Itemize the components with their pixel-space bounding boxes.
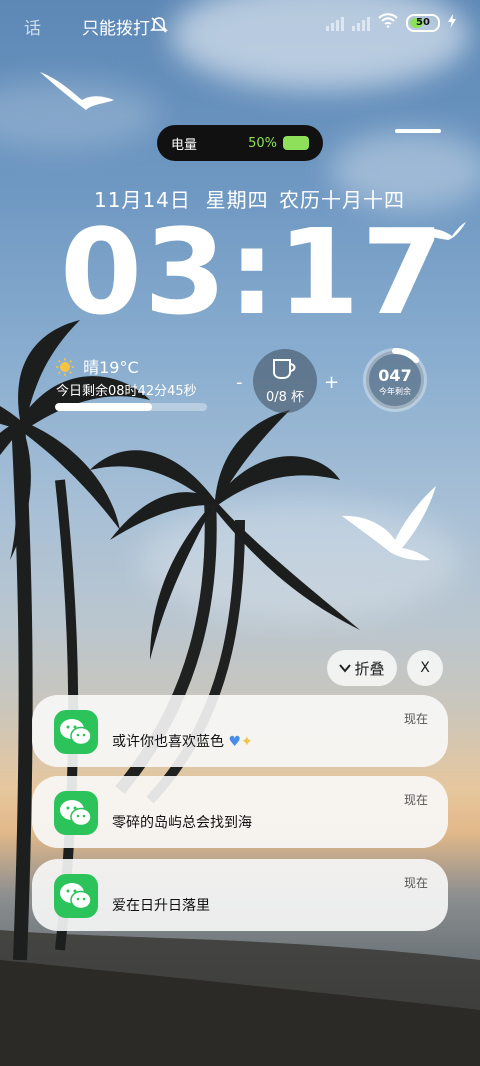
carrier-text: 话 — [24, 19, 41, 39]
notification-time: 现在 — [403, 793, 428, 807]
notification-card[interactable]: 零碎的岛屿总会找到海 现在 — [32, 776, 448, 848]
notification-message: 零碎的岛屿总会找到海 — [112, 815, 252, 831]
battery-icon: 50 — [406, 13, 440, 32]
battery-level: 50 — [416, 17, 430, 28]
wechat-icon — [54, 874, 98, 918]
year-remaining-widget[interactable]: 047 今年剩余 — [361, 346, 429, 414]
chevron-down-icon — [339, 659, 352, 677]
sparkle-icon: ✦ — [241, 734, 253, 750]
clear-notifications-button[interactable]: X — [407, 650, 443, 686]
wechat-icon — [54, 791, 98, 835]
weather-text: 晴19°C — [83, 358, 139, 377]
year-remaining-label: 今年剩余 — [379, 387, 411, 396]
blue-heart-icon: ♥ — [228, 734, 242, 750]
status-icons: 50 — [326, 12, 456, 33]
cup-icon — [271, 358, 299, 384]
notification-card[interactable]: 或许你也喜欢蓝色 ♥✦ 现在 — [32, 695, 448, 767]
bell-off-icon — [150, 16, 168, 39]
notification-time: 现在 — [403, 712, 428, 726]
year-remaining-days: 047 — [378, 366, 412, 385]
battery-pill-bar — [283, 136, 309, 150]
water-widget[interactable]: 0/8 杯 — [253, 349, 317, 413]
notification-time: 现在 — [403, 876, 428, 890]
wifi-icon — [378, 12, 398, 33]
day-progress-fill — [55, 403, 153, 411]
day-progress-bar — [55, 403, 207, 411]
battery-pill-percent: 50% — [248, 135, 277, 151]
signal-icon — [326, 15, 344, 31]
status-bar: 话 只能拨打 50 — [0, 0, 480, 50]
day-countdown: 今日剩余08时42分45秒 — [56, 384, 197, 399]
sun-icon — [56, 357, 74, 380]
wechat-icon — [54, 710, 98, 754]
lock-clock: 03:17 — [60, 203, 446, 341]
signal-icon-2 — [352, 15, 370, 31]
notification-message: 爱在日升日落里 — [112, 898, 210, 914]
water-minus-button[interactable]: - — [236, 372, 243, 393]
charging-bolt-icon — [448, 13, 456, 33]
notification-card[interactable]: 爱在日升日落里 现在 — [32, 859, 448, 931]
drag-handle[interactable] — [395, 129, 441, 133]
water-cups: 0/8 杯 — [265, 389, 305, 405]
battery-pill: 电量 50% — [157, 125, 323, 161]
weather-widget[interactable]: 晴19°C — [56, 354, 139, 380]
water-plus-button[interactable]: + — [324, 372, 339, 393]
notification-message: 或许你也喜欢蓝色 ♥✦ — [112, 734, 253, 750]
fold-button-label: 折叠 — [354, 659, 385, 678]
battery-pill-label: 电量 — [171, 137, 198, 153]
carrier-status: 只能拨打 — [82, 19, 150, 39]
fold-button[interactable]: 折叠 — [327, 650, 397, 686]
